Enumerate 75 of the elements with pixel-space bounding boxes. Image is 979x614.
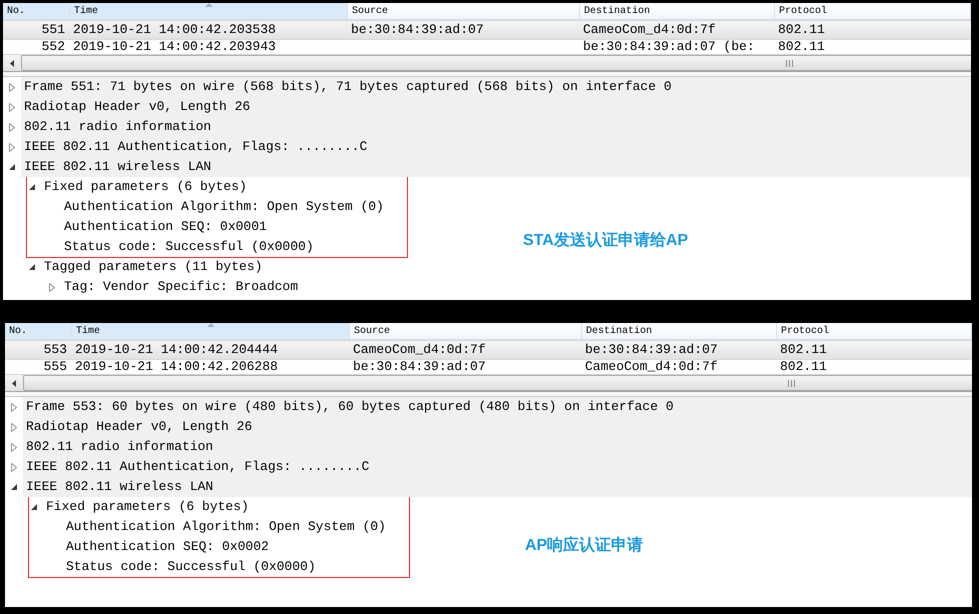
caret-right-icon[interactable]: [11, 442, 17, 452]
tree-item[interactable]: Tagged parameters (11 bytes): [41, 257, 266, 277]
table-cell-text: CameoCom_d4:0d:7f: [352, 341, 487, 359]
scroll-left-button[interactable]: [5, 375, 22, 391]
table-cell-text: 2019-10-21 14:00:42.203943: [72, 40, 277, 54]
column-header[interactable]: Destination: [580, 3, 775, 19]
caret-right-icon[interactable]: [11, 402, 17, 412]
column-header[interactable]: No.: [5, 323, 72, 339]
caret-down-icon[interactable]: [29, 184, 35, 190]
tree-item[interactable]: Status code: Successful (0x0000): [61, 237, 317, 257]
tree-item[interactable]: Fixed parameters (6 bytes): [43, 497, 252, 517]
tree-item[interactable]: Authentication SEQ: 0x0002: [63, 537, 272, 557]
caret-right-icon[interactable]: [9, 122, 15, 132]
caret-down-icon[interactable]: [11, 484, 17, 490]
caret-right-icon[interactable]: [9, 102, 15, 112]
scroll-left-button[interactable]: [3, 55, 20, 71]
tree-item[interactable]: IEEE 802.11 wireless LAN: [23, 477, 972, 497]
table-cell-text: CameoCom_d4:0d:7f: [584, 360, 719, 374]
table-cell-text: CameoCom_d4:0d:7f: [582, 21, 717, 39]
table-cell-text: 802.11: [777, 40, 826, 54]
column-header[interactable]: Source: [350, 323, 582, 339]
column-header[interactable]: Protocol: [777, 323, 972, 339]
table-cell-text: 802.11: [779, 341, 828, 359]
column-header[interactable]: Time: [72, 323, 350, 339]
column-header[interactable]: Time: [70, 3, 348, 19]
table-cell-text: 2019-10-21 14:00:42.203538: [72, 21, 277, 39]
table-cell-text: 2019-10-21 14:00:42.204444: [74, 341, 279, 359]
caret-down-icon[interactable]: [9, 164, 15, 170]
caret-right-icon[interactable]: [9, 82, 15, 92]
tree-item[interactable]: 802.11 radio information: [21, 117, 971, 137]
table-cell-text: 553: [42, 341, 68, 359]
caret-right-icon[interactable]: [11, 462, 17, 472]
caret-right-icon[interactable]: [49, 282, 55, 292]
sort-arrow-icon: [206, 323, 214, 327]
grip-icon: [788, 380, 795, 386]
tree-item[interactable]: Frame 553: 60 bytes on wire (480 bits), 60 bytes captured (480 bits) on interface 0: [23, 397, 972, 417]
tree-item[interactable]: Status code: Successful (0x0000): [63, 557, 319, 577]
caret-left-icon: [10, 60, 14, 66]
table-cell-text: 552: [40, 40, 66, 54]
table-cell-text: be:30:84:39:ad:07: [584, 341, 719, 359]
tree-item[interactable]: 802.11 radio information: [23, 437, 972, 457]
tree-item[interactable]: IEEE 802.11 Authentication, Flags: ........C: [23, 457, 972, 477]
table-cell-text: 555: [42, 360, 68, 374]
tree-item[interactable]: Tag: Vendor Specific: Broadcom: [61, 277, 302, 297]
tree-item[interactable]: IEEE 802.11 Authentication, Flags: ........C: [21, 137, 971, 157]
column-header[interactable]: No.: [3, 3, 70, 19]
tree-item[interactable]: Frame 551: 71 bytes on wire (568 bits), 71 bytes captured (568 bits) on interface 0: [21, 77, 971, 97]
annotation-text: AP响应认证申请: [525, 536, 644, 556]
grip-icon: [786, 60, 793, 66]
table-cell-text: be:30:84:39:ad:07 (be:: [582, 40, 756, 54]
tree-item[interactable]: Radiotap Header v0, Length 26: [23, 417, 972, 437]
caret-down-icon[interactable]: [29, 264, 35, 270]
packet-row[interactable]: 553 2019-10-21 14:00:42.204444 CameoCom_d4:0d:7f be:30:84:39:ad:07 802.11: [5, 340, 972, 360]
caret-left-icon: [12, 380, 16, 386]
caret-right-icon[interactable]: [9, 142, 15, 152]
table-cell-text: 551: [40, 21, 66, 39]
table-cell-text: be:30:84:39:ad:07: [350, 21, 485, 39]
sort-arrow-icon: [204, 3, 212, 7]
tree-item[interactable]: IEEE 802.11 wireless LAN: [21, 157, 971, 177]
table-cell-text: be:30:84:39:ad:07: [352, 360, 487, 374]
column-header[interactable]: Source: [348, 3, 580, 19]
column-header[interactable]: Destination: [582, 323, 777, 339]
caret-right-icon[interactable]: [11, 422, 17, 432]
packet-row[interactable]: 551 2019-10-21 14:00:42.203538 be:30:84:39:ad:07 CameoCom_d4:0d:7f 802.11: [3, 20, 971, 40]
table-cell-text: 802.11: [779, 360, 828, 374]
tree-item[interactable]: Authentication Algorithm: Open System (0): [63, 517, 389, 537]
annotation-text: STA发送认证申请给AP: [523, 231, 688, 251]
tree-item[interactable]: Authentication Algorithm: Open System (0): [61, 197, 387, 217]
tree-item[interactable]: Fixed parameters (6 bytes): [41, 177, 250, 197]
tree-item[interactable]: Authentication SEQ: 0x0001: [61, 217, 270, 237]
table-cell-text: 802.11: [777, 21, 826, 39]
tree-item[interactable]: Radiotap Header v0, Length 26: [21, 97, 971, 117]
column-header[interactable]: Protocol: [775, 3, 971, 19]
table-cell-text: 2019-10-21 14:00:42.206288: [74, 360, 279, 374]
caret-down-icon[interactable]: [31, 504, 37, 510]
